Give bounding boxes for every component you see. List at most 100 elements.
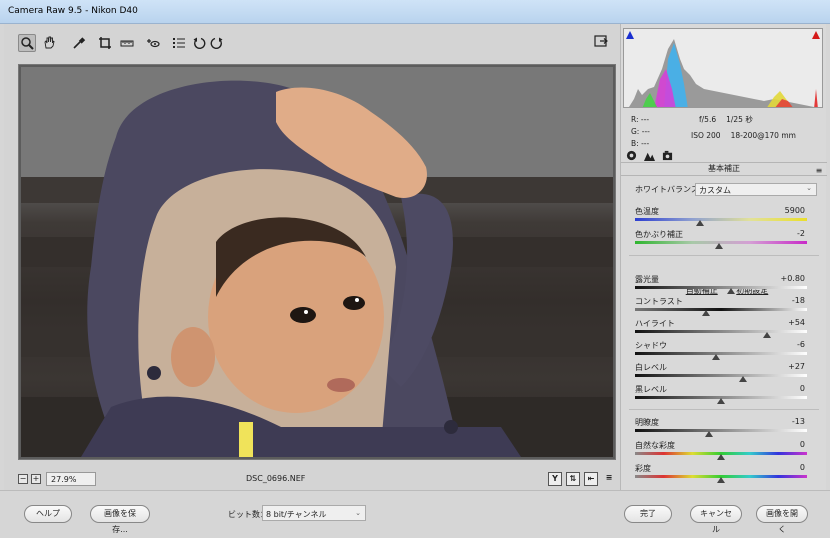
save-image-button[interactable]: 画像を保存... — [90, 505, 150, 534]
help-button[interactable]: ヘルプ — [24, 505, 72, 523]
view-before-after-button[interactable]: Y — [548, 472, 562, 486]
panel-menu-icon[interactable]: ≡ — [815, 165, 823, 175]
slider-track[interactable] — [635, 308, 807, 311]
camera-calibration-icon[interactable] — [661, 149, 673, 161]
slider-value[interactable]: -13 — [765, 417, 805, 426]
slider-track[interactable] — [635, 218, 807, 221]
rotate-left-icon[interactable] — [190, 34, 208, 52]
slider-label: シャドウ — [635, 341, 667, 350]
slider-track[interactable] — [635, 352, 807, 355]
white-balance-icon[interactable] — [70, 34, 88, 52]
slider-thumb[interactable] — [715, 243, 724, 249]
slider-value[interactable]: +54 — [765, 318, 805, 327]
slider-thumb[interactable] — [717, 477, 725, 483]
slider-track[interactable] — [635, 374, 807, 377]
slider-track[interactable] — [635, 429, 807, 432]
tint-slider[interactable]: 色かぶり補正 -2 — [635, 229, 819, 251]
slider-value[interactable]: -18 — [765, 296, 805, 305]
whites-slider[interactable]: 白レベル +27 — [635, 362, 819, 384]
slider-thumb[interactable] — [727, 288, 736, 294]
panel-title-text: 基本補正 — [708, 164, 740, 173]
highlights-slider[interactable]: ハイライト +54 — [635, 318, 819, 340]
white-balance-select[interactable]: カスタム ⌄ — [695, 183, 817, 196]
slider-thumb[interactable] — [701, 310, 710, 316]
zoom-select[interactable]: 27.9% — [46, 472, 96, 486]
g-value: --- — [641, 127, 650, 136]
basic-panel-icon[interactable] — [625, 149, 637, 161]
slider-thumb[interactable] — [763, 332, 772, 338]
slider-thumb[interactable] — [696, 220, 705, 226]
clarity-slider[interactable]: 明瞭度 -13 — [635, 417, 819, 439]
panel-tabs — [621, 148, 827, 162]
chevron-down-icon: ⌄ — [806, 184, 812, 192]
slider-value[interactable]: +0.80 — [765, 274, 805, 283]
b-label: B: — [631, 139, 639, 148]
r-label: R: — [631, 115, 639, 124]
hand-icon[interactable] — [40, 34, 58, 52]
slider-value[interactable]: -2 — [765, 229, 805, 238]
slider-thumb[interactable] — [739, 376, 748, 382]
window-title: Camera Raw 9.5 - Nikon D40 — [8, 6, 138, 16]
bit-depth-value: 8 bit/チャンネル — [266, 510, 327, 519]
copy-settings-button[interactable]: ⇤ — [584, 472, 598, 486]
g-label: G: — [631, 127, 640, 136]
bit-depth-select[interactable]: 8 bit/チャンネル ⌄ — [262, 505, 366, 521]
straighten-icon[interactable] — [118, 34, 136, 52]
iso: ISO 200 — [691, 131, 721, 140]
slider-label: 白レベル — [635, 363, 667, 372]
blacks-slider[interactable]: 黒レベル 0 — [635, 384, 819, 406]
histogram — [623, 28, 823, 108]
done-button[interactable]: 完了 — [624, 505, 672, 523]
tone-curve-icon[interactable] — [643, 149, 655, 161]
open-image-button[interactable]: 画像を開く — [756, 505, 808, 534]
slider-label: 自然な彩度 — [635, 441, 675, 450]
slider-track[interactable] — [635, 286, 807, 289]
slider-track[interactable] — [635, 330, 807, 333]
zoom-out-button[interactable]: − — [18, 474, 28, 484]
presets-list-icon[interactable] — [170, 34, 188, 52]
slider-thumb[interactable] — [717, 454, 725, 460]
b-value: --- — [641, 139, 650, 148]
divider — [629, 409, 819, 410]
slider-value[interactable]: 0 — [765, 440, 805, 449]
spot-removal-icon[interactable] — [144, 34, 162, 52]
exposure-slider[interactable]: 露光量 +0.80 — [635, 274, 819, 296]
slider-value[interactable]: +27 — [765, 362, 805, 371]
vibrance-slider[interactable]: 自然な彩度 0 — [635, 440, 819, 462]
shutter-speed: 1/25 秒 — [726, 115, 753, 124]
preview-settings-icon[interactable]: ≡ — [602, 472, 616, 486]
swap-button[interactable]: ⇅ — [566, 472, 580, 486]
slider-value[interactable]: 0 — [765, 384, 805, 393]
slider-label: コントラスト — [635, 297, 683, 306]
slider-thumb[interactable] — [711, 354, 720, 360]
slider-label: 明瞭度 — [635, 418, 659, 427]
shadows-slider[interactable]: シャドウ -6 — [635, 340, 819, 362]
r-value: --- — [640, 115, 650, 124]
contrast-slider[interactable]: コントラスト -18 — [635, 296, 819, 318]
crop-icon[interactable] — [96, 34, 114, 52]
slider-thumb[interactable] — [704, 431, 713, 437]
camera-info: f/5.6 1/25 秒 ISO 200 18-200@170 mm — [691, 114, 821, 142]
divider — [629, 255, 819, 256]
toggle-fullscreen-icon[interactable] — [594, 34, 610, 50]
slider-label: 黒レベル — [635, 385, 667, 394]
saturation-slider[interactable]: 彩度 0 — [635, 463, 819, 485]
filename: DSC_0696.NEF — [246, 474, 306, 483]
slider-value[interactable]: -6 — [765, 340, 805, 349]
rgb-readout: R: --- G: --- B: --- — [631, 114, 650, 150]
slider-label: 色温度 — [635, 207, 659, 216]
slider-value[interactable]: 0 — [765, 463, 805, 472]
temp-slider[interactable]: 色温度 5900 — [635, 206, 819, 228]
slider-thumb[interactable] — [717, 398, 725, 404]
highlight-clipping-icon[interactable] — [812, 31, 820, 39]
rotate-right-icon[interactable] — [208, 34, 226, 52]
zoom-in-button[interactable]: + — [31, 474, 41, 484]
lens: 18-200@170 mm — [730, 131, 796, 140]
aperture: f/5.6 — [699, 115, 717, 124]
zoom-icon[interactable] — [18, 34, 36, 52]
white-balance-row: ホワイトバランス： カスタム ⌄ — [635, 183, 819, 198]
cancel-button[interactable]: キャンセル — [690, 505, 742, 534]
slider-value[interactable]: 5900 — [765, 206, 805, 215]
shadow-clipping-icon[interactable] — [626, 31, 634, 39]
image-preview[interactable] — [18, 64, 616, 460]
